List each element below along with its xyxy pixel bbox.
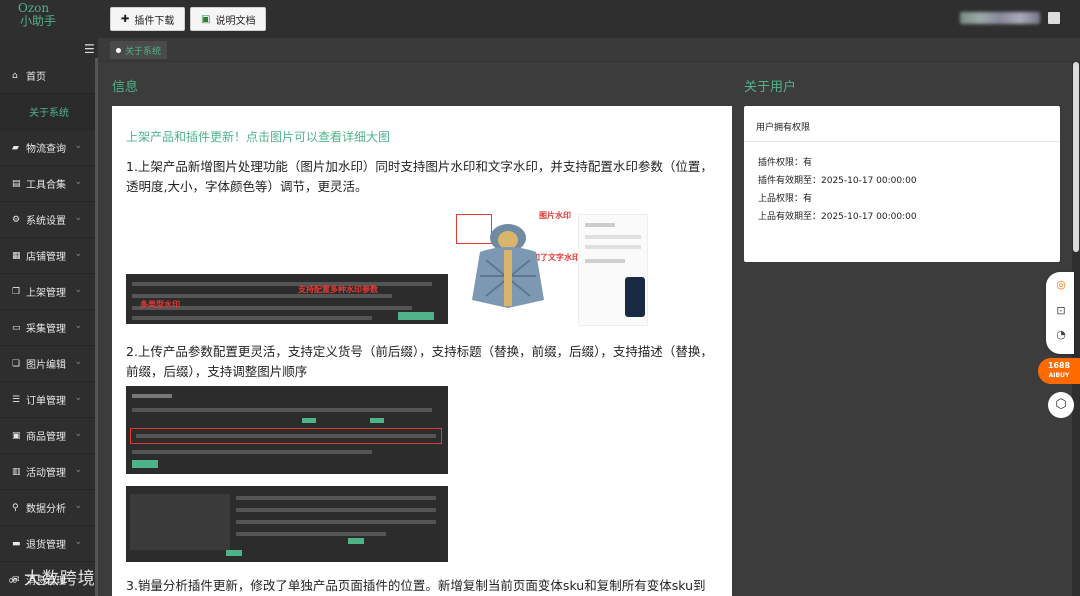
top-bar: Ozon 小助手 ✚ 插件下载 ▣ 说明文档 <box>0 0 1080 38</box>
update-paragraph-3: 3.销量分析插件更新，修改了单独产品页面插件的位置。新增复制当前页面变体sku和… <box>126 578 706 593</box>
user-menu-icon[interactable] <box>1048 12 1060 24</box>
history-icon[interactable]: ◔ <box>1054 328 1068 342</box>
app-logo[interactable]: Ozon 小助手 <box>18 2 56 28</box>
jacket-product-image <box>472 224 544 308</box>
aibuy-badge[interactable]: 1688 AIBUY <box>1038 358 1080 384</box>
sidebar-nav: ⌂ 首页 关于系统 ▰ 物流查询 ⌄ ▤ 工具合集 ⌄ ⚙ 系统设置 ⌄ ▦ 店铺管理 ⌄ ❐ 上架… <box>0 58 98 596</box>
sidebar-item-listing[interactable]: ❐ 上架管理 ⌄ <box>0 274 98 310</box>
floating-toolbar: ◎ ⊡ ◔ <box>1046 272 1074 354</box>
box-icon: ▣ <box>12 430 21 441</box>
sidebar-item-collect[interactable]: ▭ 采集管理 ⌄ <box>0 310 98 346</box>
user-name-blurred[interactable] <box>960 12 1040 24</box>
sidebar-item-orders[interactable]: ☰ 订单管理 ⌄ <box>0 382 98 418</box>
chevron-down-icon: ⌄ <box>74 177 82 187</box>
tab-about-system[interactable]: 关于系统 <box>110 41 168 59</box>
sidebar-item-activities[interactable]: ▥ 活动管理 ⌄ <box>0 454 98 490</box>
store-icon: ▦ <box>12 250 21 261</box>
plugin-permission: 插件权限：有 <box>758 158 813 168</box>
truck-icon: ▰ <box>12 142 19 153</box>
settings-screenshot: 多类型水印 支持配置多种水印参数 <box>126 274 448 324</box>
watermark-logo-icon: ∞ <box>8 573 24 587</box>
param-config-screenshot-1[interactable] <box>126 386 448 474</box>
scrollbar-thumb[interactable] <box>1073 62 1079 252</box>
sidebar-item-logistics[interactable]: ▰ 物流查询 ⌄ <box>0 130 98 166</box>
listing-expiry: 上品有效期至：2025-10-17 00:00:00 <box>758 212 917 222</box>
settings-hexagon-icon[interactable]: ⬡ <box>1048 392 1074 418</box>
gear-icon: ⚙ <box>12 214 21 225</box>
user-section-title: 关于用户 <box>744 80 797 95</box>
sidebar-item-store[interactable]: ▦ 店铺管理 ⌄ <box>0 238 98 274</box>
chevron-down-icon: ⌄ <box>74 537 82 547</box>
puzzle-icon: ✚ <box>121 13 130 25</box>
plugin-download-button[interactable]: ✚ 插件下载 <box>110 7 186 31</box>
update-paragraph-2: 2.上传产品参数配置更灵活，支持定义货号（前后缀），支持标题（替换，前缀，后缀）… <box>126 344 713 379</box>
chevron-down-icon: ⌄ <box>74 285 82 295</box>
chevron-down-icon: ⌄ <box>74 357 82 367</box>
listing-permission: 上品权限：有 <box>758 194 813 204</box>
update-heading: 上架产品和插件更新！点击图片可以查看详细大图 <box>126 130 391 144</box>
user-card-header: 用户拥有权限 <box>744 106 1060 142</box>
search-icon: ⚲ <box>12 502 19 513</box>
calendar-icon: ▥ <box>12 466 21 477</box>
sidebar-item-settings[interactable]: ⚙ 系统设置 ⌄ <box>0 202 98 238</box>
copy-icon: ❐ <box>12 286 21 297</box>
sidebar: ☰ ⌂ 首页 关于系统 ▰ 物流查询 ⌄ ▤ 工具合集 ⌄ ⚙ 系统设置 ⌄ ▦ 店铺管理 ⌄ ❐… <box>0 38 98 596</box>
toolbox-icon: ▤ <box>12 178 21 189</box>
chevron-down-icon: ⌄ <box>74 213 82 223</box>
chevron-down-icon: ⌄ <box>74 141 82 151</box>
plugin-expiry: 插件有效期至：2025-10-17 00:00:00 <box>758 176 917 186</box>
product-page-screenshot <box>578 214 648 326</box>
info-section-title: 信息 <box>112 80 139 95</box>
param-config-screenshot-2[interactable] <box>126 486 448 562</box>
chevron-down-icon: ⌄ <box>74 501 82 511</box>
docs-button[interactable]: ▣ 说明文档 <box>190 7 267 31</box>
main-content: 信息 关于用户 上架产品和插件更新！点击图片可以查看详细大图 1.上架产品新增图… <box>98 62 1080 596</box>
sidebar-item-products[interactable]: ▣ 商品管理 ⌄ <box>0 418 98 454</box>
watermark-feature-image[interactable]: 多类型水印 支持配置多种水印参数 图片水印 图片添加了文字水印 <box>126 206 648 326</box>
sidebar-item-returns[interactable]: ▬ 退货管理 ⌄ <box>0 526 98 562</box>
sidebar-item-analytics[interactable]: ⚲ 数据分析 ⌄ <box>0 490 98 526</box>
active-dot-icon <box>116 47 121 53</box>
car-icon: ▭ <box>12 322 21 333</box>
home-icon: ⌂ <box>12 70 18 81</box>
collapse-menu-icon[interactable]: ☰ <box>84 42 95 56</box>
info-card: 上架产品和插件更新！点击图片可以查看详细大图 1.上架产品新增图片处理功能（图片… <box>112 106 732 596</box>
document-icon: ▣ <box>201 13 211 25</box>
user-card: 用户拥有权限 插件权限：有 插件有效期至：2025-10-17 00:00:00… <box>744 106 1060 262</box>
sidebar-item-about-system[interactable]: 关于系统 <box>0 94 98 130</box>
return-icon: ▬ <box>12 538 21 549</box>
watermark-text: ∞ 大数跨境 <box>8 569 96 589</box>
image-search-icon[interactable]: ⊡ <box>1054 304 1068 318</box>
update-paragraph-1: 1.上架产品新增图片处理功能（图片加水印）同时支持图片水印和文字水印，并支持配置… <box>126 159 713 194</box>
list-icon: ☰ <box>12 394 21 405</box>
chevron-down-icon: ⌄ <box>74 429 82 439</box>
chevron-down-icon: ⌄ <box>74 249 82 259</box>
chevron-down-icon: ⌄ <box>74 465 82 475</box>
tab-strip: 关于系统 <box>98 38 1080 62</box>
brand-logo-icon[interactable]: ◎ <box>1054 278 1068 292</box>
chevron-down-icon: ⌄ <box>74 321 82 331</box>
sidebar-item-tools[interactable]: ▤ 工具合集 ⌄ <box>0 166 98 202</box>
chevron-down-icon: ⌄ <box>74 393 82 403</box>
image-icon: ❏ <box>12 358 21 369</box>
sidebar-item-home[interactable]: ⌂ 首页 <box>0 58 98 94</box>
sidebar-item-image-edit[interactable]: ❏ 图片编辑 ⌄ <box>0 346 98 382</box>
